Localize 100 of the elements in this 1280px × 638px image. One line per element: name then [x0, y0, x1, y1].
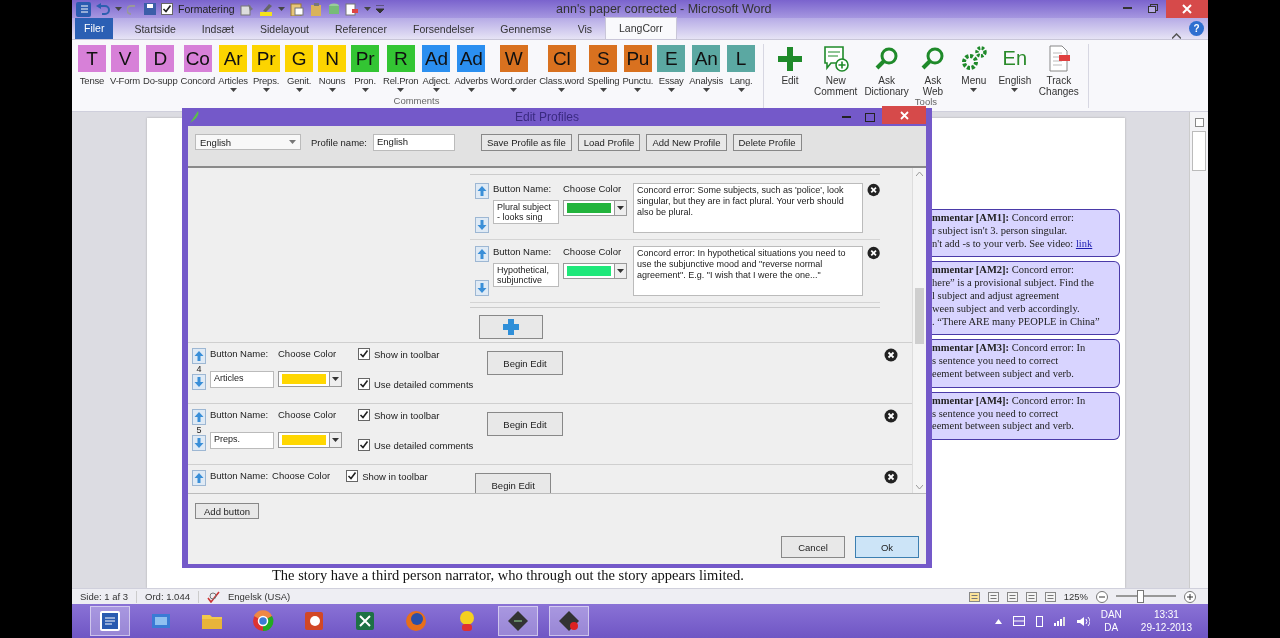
ribbon-button[interactable]: Pu Punctu.	[621, 45, 655, 92]
zoom-level[interactable]: 125%	[1063, 591, 1088, 602]
highlighter-icon[interactable]	[258, 2, 273, 16]
close-icon[interactable]	[884, 348, 898, 362]
app-icon[interactable]	[76, 1, 91, 17]
ruler-toggle-icon[interactable]	[1194, 118, 1204, 127]
language-status[interactable]: Engelsk (USA)	[227, 591, 291, 602]
view-read-icon[interactable]	[987, 591, 999, 602]
button-name-field[interactable]: Hypothetical, subjunctive	[493, 263, 559, 287]
begin-edit-button[interactable]: Begin Edit	[487, 412, 563, 436]
checkbox[interactable]	[358, 348, 370, 360]
ribbon-tab[interactable]: Sidelayout	[246, 19, 322, 39]
ribbon-button[interactable]: Ask Dictionary	[861, 45, 912, 97]
ribbon-button[interactable]: S Spelling	[586, 45, 621, 92]
button-name-field[interactable]: Preps.	[210, 432, 274, 449]
dialog-button[interactable]: Ok	[855, 536, 919, 558]
add-button-button[interactable]: Add button	[195, 503, 259, 519]
close-button[interactable]	[882, 106, 926, 124]
color-picker[interactable]	[278, 371, 342, 387]
view-draft-icon[interactable]	[1044, 591, 1056, 602]
begin-edit-button[interactable]: Begin Edit	[487, 351, 563, 375]
arrow-down-icon[interactable]	[192, 435, 206, 451]
ribbon-button[interactable]: Ad Adject.	[420, 45, 453, 92]
checkbox[interactable]	[346, 470, 359, 482]
ribbon-tab[interactable]: Vis	[564, 19, 606, 39]
ribbon-button[interactable]: N Nouns	[316, 45, 349, 92]
toolbar-button[interactable]: Save Profile as file	[481, 134, 572, 151]
toolbar-button[interactable]: Add New Profile	[646, 134, 727, 151]
paint-icon[interactable]	[239, 2, 254, 16]
ribbon-tab[interactable]: LangCorr	[605, 17, 677, 39]
arrow-up-icon[interactable]	[475, 183, 489, 199]
help-button[interactable]: ?	[1189, 21, 1204, 36]
ribbon-button[interactable]: W Word.order	[489, 45, 538, 92]
color-picker[interactable]	[563, 200, 627, 216]
clipboard-icon[interactable]	[289, 2, 304, 16]
arrow-down-icon[interactable]	[475, 280, 489, 296]
tray-caret-icon[interactable]	[994, 618, 1002, 624]
scroll-down-icon[interactable]	[916, 485, 923, 489]
signal-icon[interactable]	[1053, 616, 1066, 626]
spellcheck-icon[interactable]	[206, 590, 220, 603]
device-icon[interactable]	[1012, 616, 1025, 626]
comment-field[interactable]: Concord error: In hypothetical situations you need to use the subjunctive mood and "reverse normal agreement". E.g. "I wish that I were the one..."	[633, 246, 863, 296]
ribbon-button[interactable]: L Lang.	[725, 45, 757, 92]
input-language[interactable]: DAN DA	[1100, 608, 1122, 634]
add-button[interactable]	[479, 315, 543, 339]
profile-name-field[interactable]: English	[373, 134, 455, 151]
scrollbar-thumb[interactable]	[1192, 131, 1206, 171]
document-icon[interactable]	[344, 2, 359, 16]
ribbon-button[interactable]: Pr Pron.	[349, 45, 382, 92]
ribbon-button[interactable]: Edit	[770, 45, 810, 97]
ribbon-button[interactable]: G Genit.	[283, 45, 316, 92]
ribbon-tab[interactable]: Filer	[75, 18, 114, 39]
ribbon-button[interactable]: Ad Adverbs	[453, 45, 489, 92]
ribbon-button[interactable]: V V-Form	[109, 45, 141, 92]
ribbon-tab[interactable]: Startside	[121, 19, 189, 39]
clock[interactable]: 13:31 29-12-2013	[1140, 608, 1192, 634]
ribbon-button[interactable]: E Essay	[655, 45, 688, 92]
dialog-button[interactable]: Cancel	[781, 536, 845, 558]
ribbon-tab[interactable]: Gennemse	[487, 19, 565, 39]
scroll-up-icon[interactable]	[916, 172, 923, 176]
close-icon[interactable]	[866, 246, 880, 260]
save-icon[interactable]	[144, 3, 156, 15]
arrow-up-icon[interactable]	[192, 470, 206, 486]
ribbon-tab[interactable]: Referencer	[322, 19, 400, 39]
ribbon-button[interactable]: New Comment	[811, 45, 861, 97]
view-print-icon[interactable]	[968, 591, 980, 602]
slider-thumb[interactable]	[1137, 590, 1144, 603]
scrollbar-thumb[interactable]	[915, 288, 924, 344]
ribbon-button[interactable]: R Rel.Pron	[382, 45, 420, 92]
paste-icon[interactable]	[308, 2, 323, 16]
ribbon-button[interactable]: Ar Articles	[217, 45, 250, 92]
arrow-up-icon[interactable]	[475, 246, 489, 262]
ribbon-button[interactable]: Track Changes	[1035, 45, 1082, 97]
arrow-up-icon[interactable]	[192, 409, 206, 425]
toolbar-button[interactable]: Delete Profile	[732, 134, 802, 151]
button-name-field[interactable]: Plural subject - looks sing	[493, 200, 559, 224]
begin-edit-button[interactable]: Begin Edit	[475, 473, 552, 493]
ribbon-button[interactable]: An Analysis	[688, 45, 724, 92]
view-outline-icon[interactable]	[1025, 591, 1037, 602]
zoom-in-icon[interactable]	[1184, 590, 1196, 603]
taskbar-button[interactable]	[549, 606, 589, 636]
close-button[interactable]	[1166, 0, 1208, 18]
ribbon-tab[interactable]: Indsæt	[188, 19, 247, 39]
checkbox[interactable]	[358, 378, 370, 390]
battery-icon[interactable]	[1035, 615, 1043, 627]
checkbox[interactable]	[358, 439, 370, 451]
arrow-down-icon[interactable]	[475, 217, 489, 233]
close-icon[interactable]	[884, 470, 898, 484]
ribbon-button[interactable]: Pr Preps.	[250, 45, 283, 92]
ribbon-button[interactable]: Menu	[953, 45, 994, 97]
ribbon-tab[interactable]: Forsendelser	[399, 19, 488, 39]
checkbox[interactable]	[358, 409, 370, 421]
view-web-icon[interactable]	[1006, 591, 1018, 602]
checkbox[interactable]	[161, 3, 173, 15]
zoom-out-icon[interactable]	[1096, 590, 1108, 603]
profile-dropdown[interactable]: English	[195, 134, 301, 150]
close-icon[interactable]	[866, 183, 880, 197]
volume-icon[interactable]	[1076, 615, 1090, 627]
ribbon-button[interactable]: Cl Class.word	[538, 45, 586, 92]
ribbon-button[interactable]: Co Concord	[179, 45, 217, 92]
